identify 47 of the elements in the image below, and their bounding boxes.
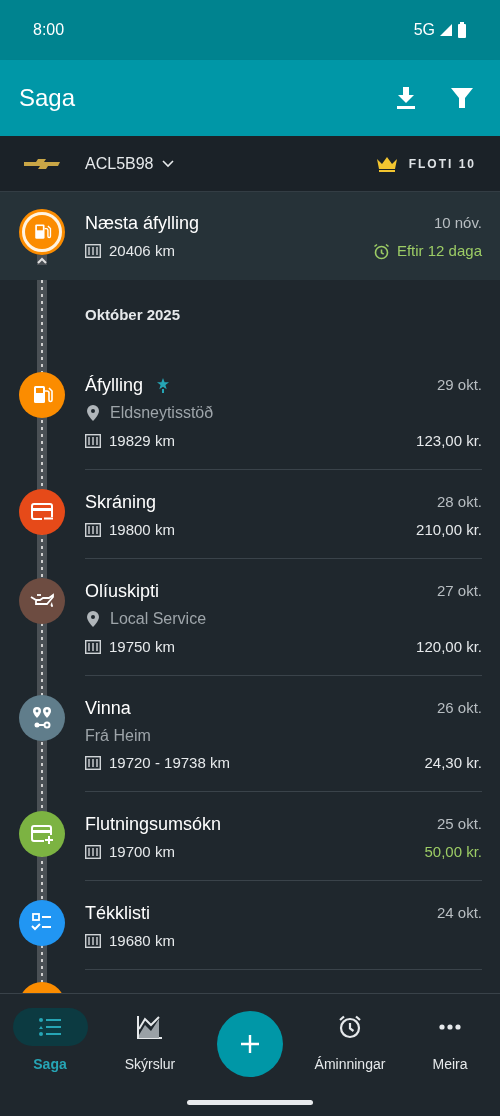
history-entry[interactable]: Skráning 28 okt. 19800 km 210,00 kr.: [85, 470, 482, 559]
history-entry[interactable]: Olíuskipti 27 okt. Local Service 19750 km 120,00 kr.: [85, 559, 482, 676]
odometer-reading: 19720 - 19738 km: [109, 752, 230, 773]
entry-date: 28 okt.: [436, 491, 482, 512]
amount-label: 50,00 kr.: [424, 841, 482, 862]
odometer-reading: 19800 km: [109, 519, 175, 540]
due-label: Eftir 12 daga: [396, 240, 482, 261]
app-title: Saga: [19, 83, 77, 113]
clock: 8:00: [33, 20, 65, 40]
entry-title: Næsta áfylling: [85, 211, 200, 235]
trip-note: Frá Heim: [85, 725, 151, 746]
nav-tab[interactable]: Meira: [400, 1008, 500, 1075]
history-entry[interactable]: Áfylling 29 okt. Eldsneytisstöð 19829 km 123,00 kr.: [85, 353, 482, 470]
entry-title: Vinna: [85, 696, 131, 720]
odometer-reading: 19680 km: [109, 930, 175, 951]
history-entry[interactable]: Vinna 26 okt. Frá Heim 19720 - 19738 km 24,30 kr.: [85, 676, 482, 792]
amount-label: 210,00 kr.: [416, 519, 482, 540]
entry-date: 10 nóv.: [433, 212, 482, 233]
entry-date: 26 okt.: [436, 697, 482, 718]
next-fill-card[interactable]: Næsta áfylling 10 nóv. 20406 km Eftir 12 daga: [0, 192, 500, 280]
entry-title: Olíuskipti: [85, 579, 160, 603]
history-entry[interactable]: Flutningsumsókn 25 okt. 19700 km 50,00 kr.: [85, 792, 482, 881]
odometer-reading: 20406 km: [109, 240, 175, 261]
nav-tab[interactable]: Áminningar: [300, 1008, 400, 1075]
entry-title: Flutningsumsókn: [85, 812, 222, 836]
amount-label: 24,30 kr.: [424, 752, 482, 773]
entry-title: Áfylling: [85, 373, 144, 397]
entry-title: Tékklisti: [85, 901, 150, 925]
history-entry[interactable]: Tékklisti 24 okt. 19680 km: [85, 881, 482, 970]
odometer-reading: 19750 km: [109, 636, 175, 657]
odometer-reading: 19700 km: [109, 841, 175, 862]
entry-date: 25 okt.: [436, 813, 482, 834]
location-label: Local Service: [110, 609, 207, 629]
month-header: Október 2025: [85, 306, 181, 323]
nav-tab[interactable]: Skýrslur: [100, 1008, 200, 1075]
entry-date: 29 okt.: [436, 374, 482, 395]
entry-date: 27 okt.: [436, 580, 482, 601]
amount-label: 123,00 kr.: [416, 430, 482, 451]
amount-label: 120,00 kr.: [416, 636, 482, 657]
vehicle-selector[interactable]: ACL5B98: [85, 151, 174, 176]
plan-label: FLOTI 10: [408, 155, 476, 173]
nav-tab[interactable]: Saga: [0, 1008, 100, 1075]
network-label: 5G: [413, 20, 435, 40]
odometer-reading: 19829 km: [109, 430, 175, 451]
location-label: Eldsneytisstöð: [110, 403, 214, 423]
entry-date: 24 okt.: [436, 902, 482, 923]
entry-title: Skráning: [85, 490, 157, 514]
